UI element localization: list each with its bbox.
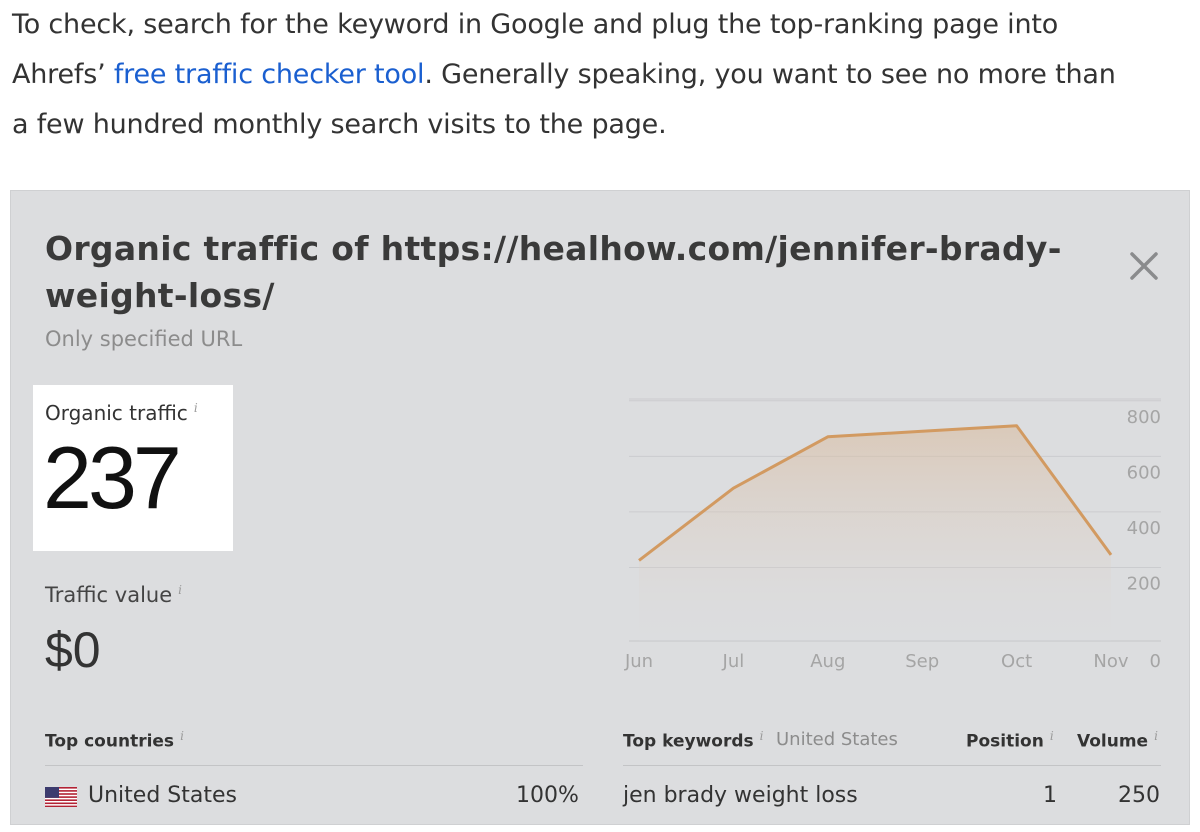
position-column-header[interactable]: Position i [966, 729, 1054, 752]
traffic-value: $0 [45, 622, 101, 678]
paragraph-line-2: Ahrefs’ free traffic checker tool. Gener… [12, 50, 1192, 100]
panel-title-line-2: weight-loss/ [45, 276, 275, 315]
info-icon[interactable]: i [1154, 729, 1158, 743]
y-tick-label: 800 [1127, 407, 1161, 428]
country-share: 100% [516, 783, 579, 808]
x-tick-label: Nov [1093, 651, 1128, 672]
keyword-position: 1 [1043, 783, 1057, 808]
divider [623, 765, 1161, 766]
traffic-value-label: Traffic value i [45, 583, 182, 607]
panel-subtitle: Only specified URL [45, 327, 243, 351]
divider [45, 765, 583, 766]
x-tick-label: Jun [624, 651, 653, 672]
y-tick-label: 200 [1127, 573, 1161, 594]
us-flag-icon [45, 787, 77, 807]
paragraph-line-3: a few hundred monthly search visits to t… [12, 109, 667, 140]
organic-traffic-value: 237 [43, 428, 182, 527]
x-tick-label: Jul [722, 651, 745, 672]
info-icon[interactable]: i [760, 729, 764, 743]
paragraph-text: . Generally speaking, you want to see no… [424, 59, 1116, 90]
panel-title-line-1: Organic traffic of https://healhow.com/j… [45, 229, 1062, 268]
top-keywords-header-text: Top keywords [623, 731, 754, 752]
organic-traffic-label: Organic traffic i [45, 401, 198, 425]
paragraph-text: Ahrefs’ [12, 59, 114, 90]
info-icon[interactable]: i [180, 729, 184, 743]
traffic-chart: 800 600 400 200 0 Jun Jul Aug Sep Oct Nov [611, 391, 1171, 681]
y-tick-label: 600 [1127, 462, 1161, 483]
keywords-country: United States [776, 729, 898, 750]
country-name: United States [88, 783, 237, 808]
close-icon[interactable] [1127, 249, 1161, 283]
x-tick-label: Oct [1001, 651, 1032, 672]
traffic-value-label-text: Traffic value [45, 583, 173, 607]
keyword-volume: 250 [1118, 783, 1160, 808]
top-countries-header-text: Top countries [45, 731, 175, 752]
top-keywords-header: Top keywords i [623, 729, 763, 752]
organic-traffic-panel: Organic traffic of https://healhow.com/j… [10, 190, 1190, 825]
position-column-header-text: Position [966, 731, 1044, 752]
x-tick-label: Sep [905, 651, 939, 672]
info-icon[interactable]: i [178, 583, 182, 597]
organic-traffic-label-text: Organic traffic [45, 401, 188, 425]
y-tick-label: 0 [1150, 651, 1161, 672]
traffic-checker-link[interactable]: free traffic checker tool [114, 59, 425, 90]
volume-column-header-text: Volume [1077, 731, 1149, 752]
paragraph-line-1: To check, search for the keyword in Goog… [12, 9, 1059, 40]
x-tick-label: Aug [810, 651, 845, 672]
top-countries-header: Top countries i [45, 729, 184, 752]
info-icon[interactable]: i [194, 401, 198, 415]
keyword-text[interactable]: jen brady weight loss [623, 783, 858, 808]
info-icon[interactable]: i [1050, 729, 1054, 743]
article-paragraph: To check, search for the keyword in Goog… [12, 0, 1192, 150]
panel-title: Organic traffic of https://healhow.com/j… [45, 225, 1085, 319]
y-tick-label: 400 [1127, 518, 1161, 539]
volume-column-header[interactable]: Volume i [1077, 729, 1158, 752]
organic-traffic-card: Organic traffic i 237 [33, 385, 233, 551]
